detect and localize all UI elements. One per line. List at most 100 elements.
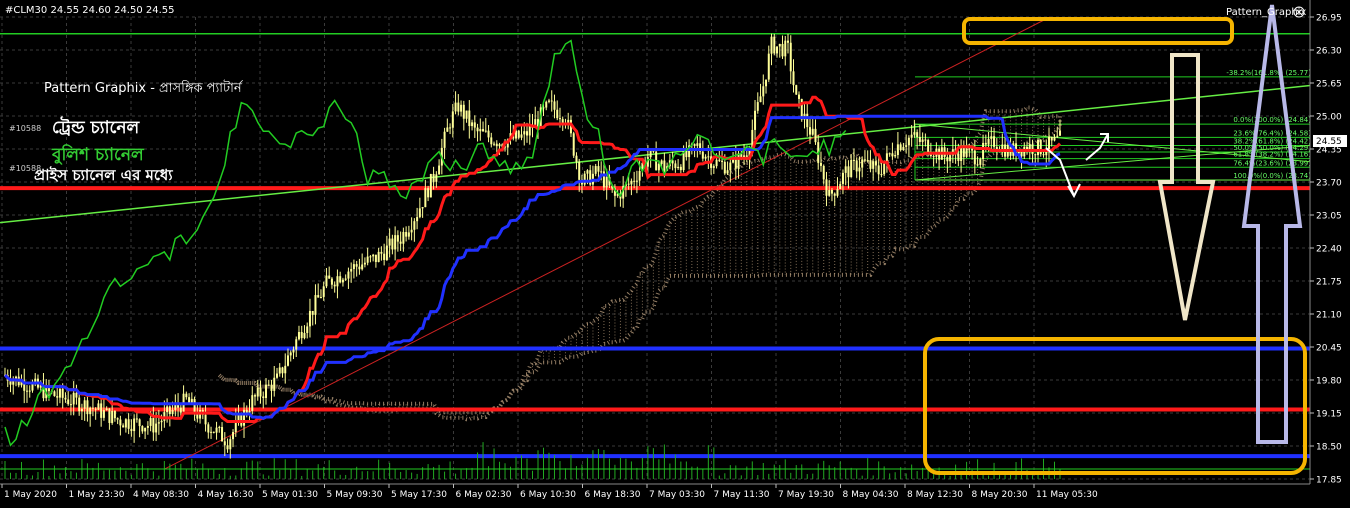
- candle-body: [377, 251, 380, 262]
- candle-body: [311, 310, 314, 315]
- candle-body: [773, 36, 776, 54]
- candle-body: [902, 146, 905, 151]
- price-chart[interactable]: -38.2%(161.8%) (25.77) 0.0%(100.0%) (24.8…: [0, 0, 1350, 504]
- price-tick-label: 19.15: [1316, 410, 1342, 420]
- candle-body: [273, 377, 276, 391]
- candle-body: [498, 144, 501, 147]
- candle-body: [97, 403, 100, 410]
- time-tick-label: 8 May 12:30: [907, 490, 963, 500]
- candle-body: [254, 395, 257, 397]
- candle-body: [369, 256, 372, 258]
- candle-body: [858, 167, 861, 172]
- candle-body: [292, 349, 295, 353]
- candle-body: [295, 339, 298, 350]
- candle-body: [53, 391, 56, 397]
- candle-body: [179, 407, 182, 413]
- candle-body: [806, 113, 809, 128]
- candle-body: [391, 238, 394, 250]
- candle-body: [547, 100, 550, 102]
- chart-window[interactable]: -38.2%(161.8%) (25.77) 0.0%(100.0%) (24.8…: [0, 0, 1350, 504]
- time-tick-label: 5 May 09:30: [327, 490, 383, 500]
- time-tick-label: 6 May 10:30: [520, 490, 576, 500]
- candle-body: [210, 431, 213, 433]
- fib-label: 23.6%(76.4%) (24.58): [1233, 129, 1311, 137]
- candle-body: [638, 171, 641, 181]
- candle-body: [946, 156, 949, 162]
- candle-body: [399, 241, 402, 244]
- candle-body: [275, 373, 278, 378]
- candle-body: [410, 229, 413, 233]
- time-tick-label: 7 May 19:30: [778, 490, 834, 500]
- candle-body: [267, 384, 270, 386]
- candle-body: [166, 406, 169, 413]
- candle-body: [28, 390, 31, 392]
- candle-body: [319, 297, 322, 299]
- candle-body: [105, 408, 108, 411]
- candle-body: [432, 173, 435, 182]
- candle-body: [883, 163, 886, 175]
- candle-body: [770, 36, 773, 54]
- candle-body: [677, 166, 680, 169]
- candle-body: [759, 96, 762, 103]
- candle-body: [627, 183, 630, 185]
- candle-body: [385, 245, 388, 260]
- price-tick-label: 18.50: [1316, 443, 1342, 453]
- candle-body: [146, 425, 149, 428]
- price-tick-label: 26.95: [1316, 14, 1342, 24]
- candle-body: [374, 254, 377, 262]
- object-label: #10588: [9, 164, 41, 173]
- candle-body: [72, 392, 75, 405]
- candle-body: [300, 332, 303, 339]
- candle-body: [317, 295, 320, 298]
- candle-body: [119, 419, 122, 426]
- candle-body: [663, 160, 666, 171]
- candle-body: [1056, 135, 1059, 137]
- candle-body: [281, 367, 284, 374]
- candle-body: [212, 431, 215, 433]
- candle-body: [102, 410, 105, 418]
- candle-body: [880, 174, 883, 176]
- candle-body: [215, 427, 218, 433]
- candle-body: [984, 142, 987, 145]
- candle-body: [605, 176, 608, 188]
- candle-body: [80, 408, 83, 412]
- candle-body: [336, 276, 339, 287]
- candle-body: [1050, 136, 1053, 141]
- candle-body: [402, 232, 405, 244]
- candle-body: [330, 278, 333, 285]
- candle-body: [968, 148, 971, 150]
- candle-body: [484, 130, 487, 132]
- candle-body: [86, 400, 89, 415]
- candle-body: [990, 136, 993, 139]
- chart-header-info: #CLM30 24.55 24.60 24.50 24.55: [5, 5, 175, 16]
- candle-body: [789, 42, 792, 72]
- candle-body: [718, 159, 721, 161]
- candle-body: [754, 110, 757, 130]
- candle-body: [811, 128, 814, 135]
- candle-body: [597, 166, 600, 172]
- candle-body: [460, 104, 463, 112]
- candle-body: [111, 410, 114, 423]
- candle-body: [152, 418, 155, 433]
- time-tick-label: 4 May 16:30: [198, 490, 254, 500]
- fib-label: 0.0%(100.0%) (24.84): [1233, 116, 1311, 124]
- candle-body: [306, 326, 309, 333]
- time-tick-label: 1 May 2020: [4, 490, 57, 500]
- candle-body: [229, 439, 232, 450]
- candle-body: [635, 180, 638, 182]
- fib-label: 100.0%(0.0%) (23.74): [1233, 172, 1311, 180]
- candle-body: [822, 165, 825, 180]
- candle-body: [138, 419, 141, 427]
- candle-body: [949, 155, 952, 162]
- candle-body: [454, 102, 457, 112]
- candle-body: [685, 150, 688, 158]
- candle-body: [361, 264, 364, 270]
- annotation-trend-channel: ট্রেন্ড চ্যানেল: [52, 116, 140, 138]
- candle-body: [825, 179, 828, 196]
- candle-body: [256, 387, 259, 397]
- candle-body: [204, 414, 207, 425]
- time-tick-label: 6 May 02:30: [456, 490, 512, 500]
- candle-body: [232, 432, 235, 440]
- candle-body: [583, 173, 586, 185]
- candle-body: [149, 418, 152, 426]
